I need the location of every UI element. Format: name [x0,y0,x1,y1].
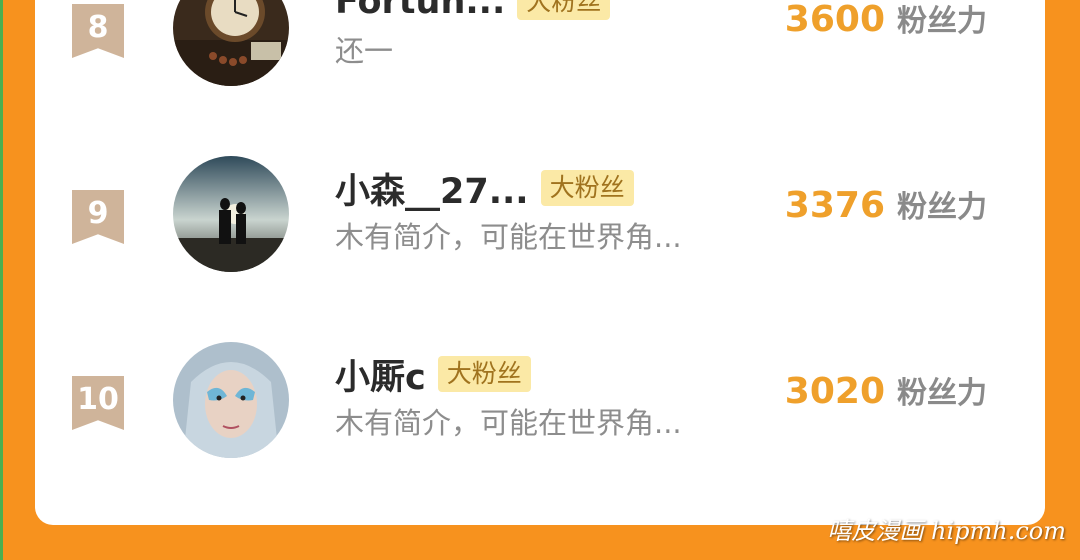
rank-ribbon: 9 [72,190,124,244]
left-edge-strip [0,0,3,560]
user-bio: 还一 [335,34,394,68]
fan-power-score: 3376 粉丝力 [785,182,987,226]
score-unit: 粉丝力 [897,190,987,225]
user-name[interactable]: 小厮c [335,349,426,400]
avatar[interactable] [173,0,289,86]
score-value: 3020 [784,371,885,412]
user-name[interactable]: Fortun... [335,0,505,22]
score-value: 3376 [784,185,885,226]
rank-ribbon: 10 [72,376,124,430]
site-watermark: 嘻皮漫画 hipmh.com [827,517,1066,545]
fan-level-badge: 大粉丝 [540,170,634,206]
score-value: 3600 [784,0,885,40]
user-bio: 木有简介，可能在世界角... [335,406,682,440]
ranking-row[interactable]: 9 小森__27... 大粉丝 木有简介，可能在世界角... 3376 粉丝力 [35,156,1045,286]
rank-ribbon: 8 [72,4,124,58]
avatar[interactable] [173,342,289,458]
user-name[interactable]: 小森__27... [335,163,529,214]
ranking-row[interactable]: 10 小厮c 大粉丝 木有简介，可能在世界角... 3020 粉丝力 [35,342,1045,472]
fan-level-badge: 大粉丝 [437,356,531,392]
couple-avatar-image [173,156,289,272]
fan-ranking-card: 8 Fortun... 大粉丝 还一 3600 粉丝力 9 小森__27... … [35,0,1045,525]
user-bio: 木有简介，可能在世界角... [335,220,682,254]
fan-power-score: 3600 粉丝力 [785,0,987,40]
avatar[interactable] [173,156,289,272]
score-unit: 粉丝力 [897,376,987,411]
score-unit: 粉丝力 [897,4,987,39]
fan-power-score: 3020 粉丝力 [785,368,987,412]
ranking-row[interactable]: 8 Fortun... 大粉丝 还一 3600 粉丝力 [35,0,1045,100]
clock-avatar-image [173,0,289,86]
fan-level-badge: 大粉丝 [517,0,611,20]
portrait-avatar-image [173,342,289,458]
